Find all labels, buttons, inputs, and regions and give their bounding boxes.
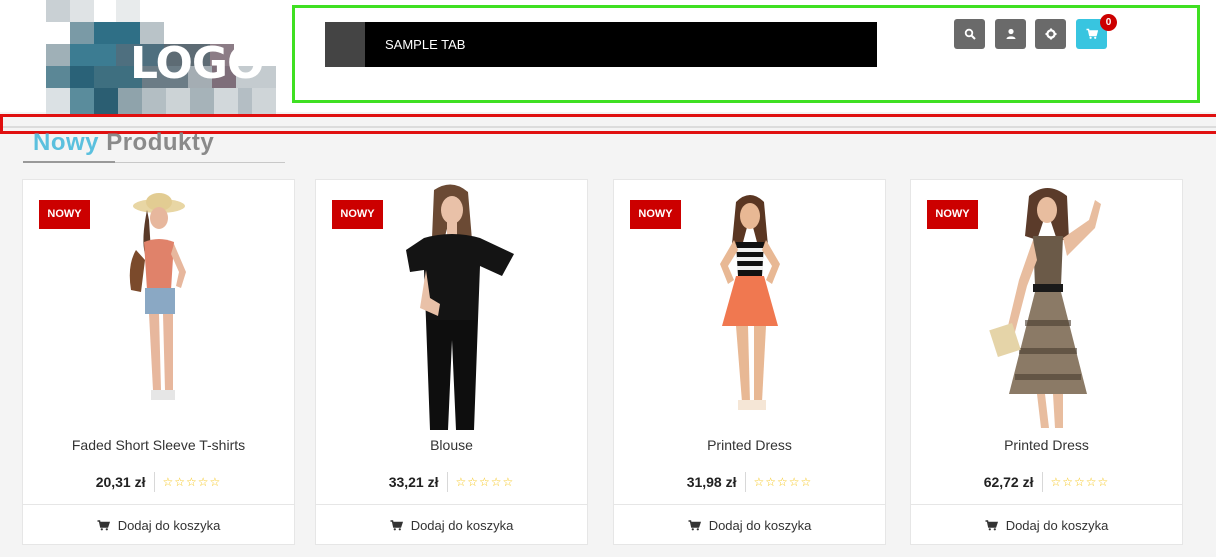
- main-menu-bar: SAMPLE TAB: [325, 22, 877, 67]
- section-title-underline: [23, 161, 285, 163]
- product-card[interactable]: NOWY Printed Dress 31,98 zł ☆☆☆☆☆ Dodaj …: [613, 179, 886, 545]
- cart-icon: [97, 520, 110, 531]
- product-card[interactable]: NOWY Printed Dress 62,72 zł ☆☆☆☆☆ Dodaj …: [910, 179, 1183, 545]
- account-button[interactable]: [995, 19, 1026, 49]
- price-row: 20,31 zł ☆☆☆☆☆: [23, 472, 294, 492]
- add-to-cart-label: Dodaj do koszyka: [708, 518, 812, 533]
- section-title: Nowy Produkty: [33, 129, 214, 157]
- section-title-accent: Nowy: [33, 129, 100, 156]
- product-name[interactable]: Printed Dress: [614, 437, 885, 453]
- section-title-main: Produkty: [106, 129, 215, 156]
- product-card[interactable]: NOWY Blouse 33,21 zł ☆☆☆☆☆ Dodaj do kosz…: [315, 179, 588, 545]
- rating-stars: ☆☆☆☆☆: [455, 475, 515, 489]
- product-price: 20,31 zł: [96, 472, 155, 492]
- product-price: 33,21 zł: [389, 472, 448, 492]
- product-card[interactable]: NOWY Faded Short Sleeve T-shirts 20,31 z…: [22, 179, 295, 545]
- cart-icon: [985, 520, 998, 531]
- add-to-cart-label: Dodaj do koszyka: [117, 518, 221, 533]
- new-badge: NOWY: [630, 200, 681, 229]
- tab-sample[interactable]: SAMPLE TAB: [385, 22, 465, 67]
- site-header: LOGO SAMPLE TAB 0: [0, 0, 1216, 114]
- new-badge: NOWY: [332, 200, 383, 229]
- price-row: 62,72 zł ☆☆☆☆☆: [911, 472, 1182, 492]
- price-row: 33,21 zł ☆☆☆☆☆: [316, 472, 587, 492]
- cart-count-badge: 0: [1100, 14, 1117, 31]
- user-icon: [1006, 28, 1015, 39]
- new-badge: NOWY: [39, 200, 90, 229]
- menu-toggle[interactable]: [325, 22, 365, 67]
- price-row: 31,98 zł ☆☆☆☆☆: [614, 472, 885, 492]
- cart-icon: [1086, 28, 1098, 39]
- cart-icon: [688, 520, 701, 531]
- gear-icon: [1045, 28, 1056, 40]
- search-icon: [964, 28, 976, 40]
- search-button[interactable]: [954, 19, 985, 49]
- product-name[interactable]: Printed Dress: [911, 437, 1182, 453]
- cart-icon: [390, 520, 403, 531]
- add-to-cart-button[interactable]: Dodaj do koszyka: [23, 504, 294, 546]
- logo-text: LOGO: [130, 38, 264, 89]
- new-badge: NOWY: [927, 200, 978, 229]
- rating-stars: ☆☆☆☆☆: [1050, 475, 1110, 489]
- add-to-cart-button[interactable]: Dodaj do koszyka: [911, 504, 1182, 546]
- add-to-cart-label: Dodaj do koszyka: [1005, 518, 1109, 533]
- product-name[interactable]: Faded Short Sleeve T-shirts: [23, 437, 294, 453]
- add-to-cart-button[interactable]: Dodaj do koszyka: [316, 504, 587, 546]
- rating-stars: ☆☆☆☆☆: [162, 475, 222, 489]
- product-name[interactable]: Blouse: [316, 437, 587, 453]
- product-price: 31,98 zł: [687, 472, 746, 492]
- settings-button[interactable]: [1035, 19, 1066, 49]
- add-to-cart-button[interactable]: Dodaj do koszyka: [614, 504, 885, 546]
- rating-stars: ☆☆☆☆☆: [753, 475, 813, 489]
- product-price: 62,72 zł: [984, 472, 1043, 492]
- add-to-cart-label: Dodaj do koszyka: [410, 518, 514, 533]
- site-logo[interactable]: LOGO: [46, 0, 276, 114]
